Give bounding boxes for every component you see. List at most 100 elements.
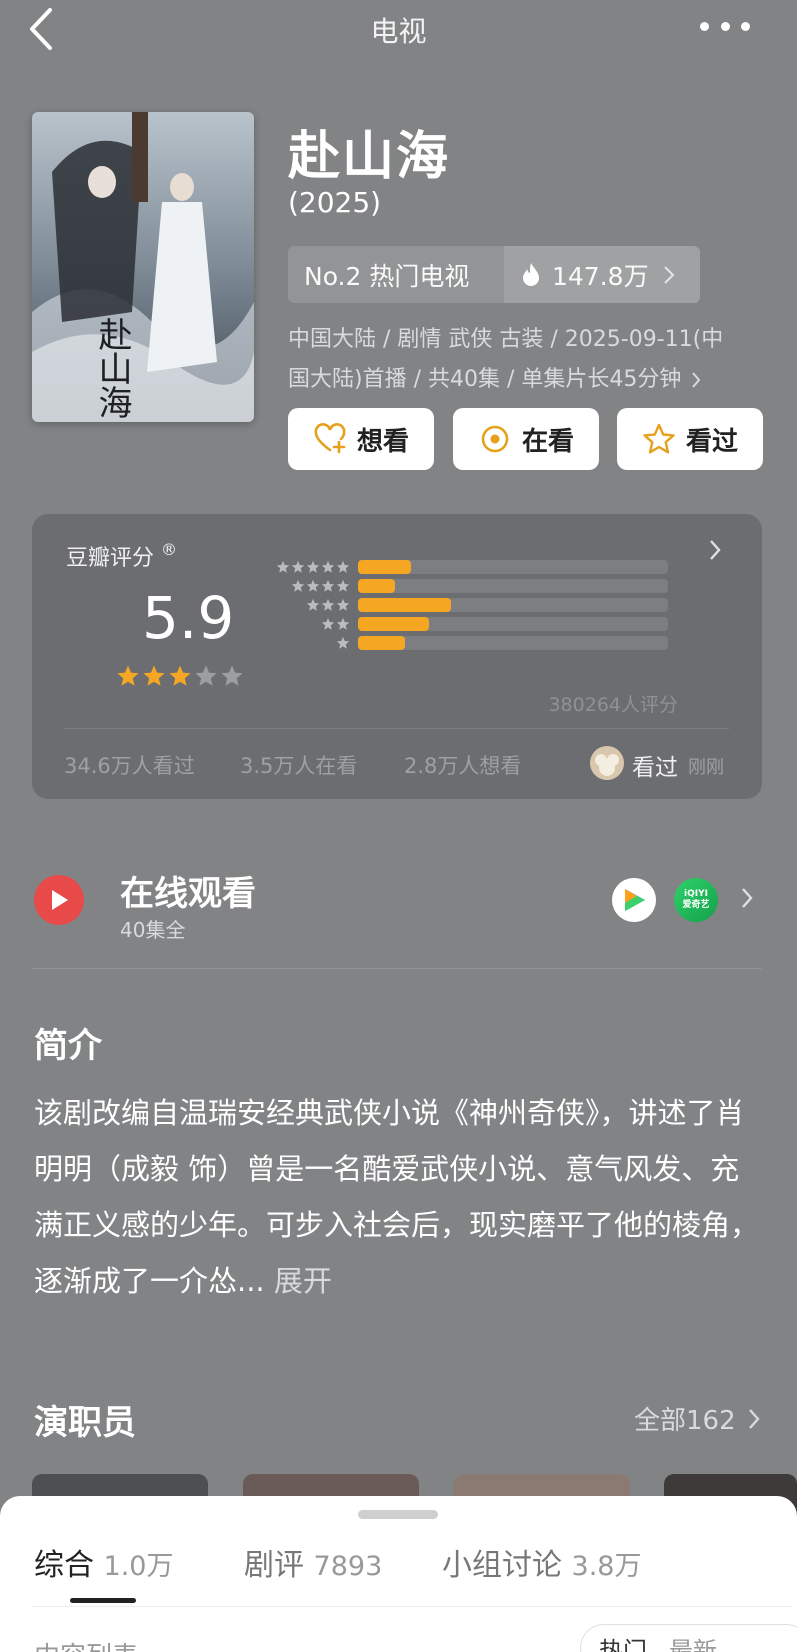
- meta-line-1: 中国大陆 / 剧情 武侠 古装 / 2025-09-11(中: [288, 327, 724, 352]
- rating-bar-1-star: [274, 636, 668, 650]
- chevron-right-icon[interactable]: [740, 886, 754, 910]
- bar-track: [358, 560, 668, 574]
- flame-icon: [523, 262, 539, 286]
- online-watch-episodes: 40集全: [120, 918, 186, 942]
- rating-label: 豆瓣评分 ®: [66, 540, 178, 571]
- small-star-icon: [321, 598, 335, 611]
- star-outline-icon: [643, 423, 675, 454]
- tab-reviews[interactable]: 剧评 7893: [244, 1540, 382, 1584]
- meta-line-2: 国大陆)首播 / 共40集 / 单集片长45分钟: [288, 367, 682, 392]
- watched-label: 看过: [685, 426, 738, 457]
- chevron-right-icon: [663, 265, 674, 284]
- want-button[interactable]: 想看: [288, 408, 434, 470]
- bar-fill: [358, 617, 430, 631]
- user-status-time: 刚刚: [688, 757, 724, 778]
- chevron-right-icon: [748, 1408, 760, 1429]
- divider: [64, 728, 729, 729]
- poster-image[interactable]: 赴山海: [32, 112, 254, 422]
- bar-star-label: [274, 598, 350, 612]
- rating-bar-3-star: [274, 598, 668, 612]
- star-filled-icon: [169, 665, 191, 686]
- star-filled-icon: [143, 665, 165, 686]
- synopsis-title: 简介: [34, 1026, 102, 1066]
- bar-star-label: [274, 560, 350, 574]
- chevron-right-icon: [692, 372, 701, 388]
- small-star-icon: [276, 560, 290, 573]
- sort-new[interactable]: 最新: [669, 1631, 717, 1652]
- small-star-icon: [291, 560, 305, 573]
- tab-label: 小组讨论: [442, 1548, 562, 1583]
- cast-all-label: 全部162: [634, 1406, 736, 1436]
- bar-track: [358, 636, 668, 650]
- bar-star-label: [274, 617, 350, 631]
- rating-bar-2-star: [274, 617, 668, 631]
- rating-card[interactable]: 豆瓣评分 ® 5.9 380264人评分 34.6万人看过 3.5万人在看 2.…: [32, 514, 762, 799]
- small-star-icon: [321, 617, 335, 630]
- rating-bar-4-star: [274, 579, 668, 593]
- small-star-icon: [336, 598, 350, 611]
- bar-fill: [358, 560, 411, 574]
- tab-count: 3.8万: [571, 1551, 642, 1582]
- rating-bar-5-star: [274, 560, 668, 574]
- heat-value: 147.8万: [552, 261, 649, 291]
- poster-title-text: 赴山海: [92, 317, 132, 419]
- stat-seen: 34.6万人看过: [64, 754, 195, 778]
- tab-indicator: [70, 1598, 136, 1603]
- play-icon[interactable]: [34, 875, 84, 925]
- tab-count: 1.0万: [103, 1551, 174, 1582]
- small-star-icon: [306, 579, 320, 592]
- user-status: 看过: [632, 755, 678, 781]
- watching-label: 在看: [521, 426, 574, 457]
- expand-link[interactable]: 展开: [274, 1264, 332, 1298]
- cast-title: 演职员: [34, 1403, 136, 1443]
- small-star-icon: [336, 617, 350, 630]
- small-star-icon: [321, 579, 335, 592]
- show-meta[interactable]: 中国大陆 / 剧情 武侠 古装 / 2025-09-11(中 国大陆)首播 / …: [288, 320, 758, 400]
- small-star-icon: [291, 579, 305, 592]
- rating-stars: [116, 664, 244, 688]
- small-star-icon: [336, 636, 350, 649]
- small-star-icon: [336, 560, 350, 573]
- bar-fill: [358, 579, 396, 593]
- synopsis-body: 该剧改编自温瑞安经典武侠小说《神州奇侠》，讲述了肖明明（成毅 饰）曾是一名酷爱武…: [34, 1096, 760, 1298]
- sort-toggle[interactable]: 热门 最新: [580, 1624, 797, 1652]
- heat-section[interactable]: 147.8万: [504, 246, 700, 303]
- cast-all-link[interactable]: 全部162: [634, 1400, 760, 1437]
- iqiyi-logo-bottom: 爱奇艺: [682, 900, 710, 910]
- chevron-right-icon[interactable]: [708, 538, 722, 562]
- show-title: 赴山海: [288, 127, 451, 187]
- drag-handle[interactable]: [358, 1510, 438, 1519]
- target-icon: [481, 425, 509, 453]
- divider: [32, 968, 762, 969]
- bar-fill: [358, 598, 451, 612]
- star-filled-icon: [117, 665, 139, 686]
- content-list-label: 内容列表: [34, 1636, 138, 1652]
- watching-button[interactable]: 在看: [453, 408, 599, 470]
- rating-count: 380264人评分: [548, 694, 678, 716]
- rank-badge[interactable]: No.2 热门电视 147.8万: [288, 246, 700, 303]
- star-empty-icon: [195, 665, 217, 686]
- divider: [32, 1606, 792, 1607]
- avatar[interactable]: [590, 746, 624, 780]
- online-watch-title[interactable]: 在线观看: [120, 866, 256, 915]
- bar-star-label: [274, 636, 350, 650]
- more-icon[interactable]: [700, 14, 750, 38]
- rank-label: No.2 热门电视: [304, 261, 470, 291]
- iqiyi-logo-top: iQIYI: [684, 889, 708, 899]
- rating-score: 5.9: [142, 584, 235, 652]
- show-year: (2025): [288, 186, 382, 219]
- tab-overview[interactable]: 综合 1.0万: [34, 1540, 174, 1584]
- page-title: 电视: [370, 15, 427, 48]
- small-star-icon: [306, 560, 320, 573]
- tab-label: 剧评: [244, 1548, 304, 1583]
- sort-hot[interactable]: 热门: [599, 1631, 647, 1652]
- synopsis-text: 该剧改编自温瑞安经典武侠小说《神州奇侠》，讲述了肖明明（成毅 饰）曾是一名酷爱武…: [34, 1085, 764, 1309]
- tab-group-discussion[interactable]: 小组讨论 3.8万: [442, 1540, 642, 1584]
- tencent-video-logo-icon[interactable]: [612, 878, 656, 922]
- iqiyi-logo-icon[interactable]: iQIYI 爱奇艺: [674, 878, 718, 922]
- stat-want: 2.8万人想看: [404, 754, 522, 778]
- tab-label: 综合: [34, 1548, 94, 1583]
- watched-button[interactable]: 看过: [617, 408, 763, 470]
- bar-fill: [358, 636, 405, 650]
- stat-watching: 3.5万人在看: [240, 754, 358, 778]
